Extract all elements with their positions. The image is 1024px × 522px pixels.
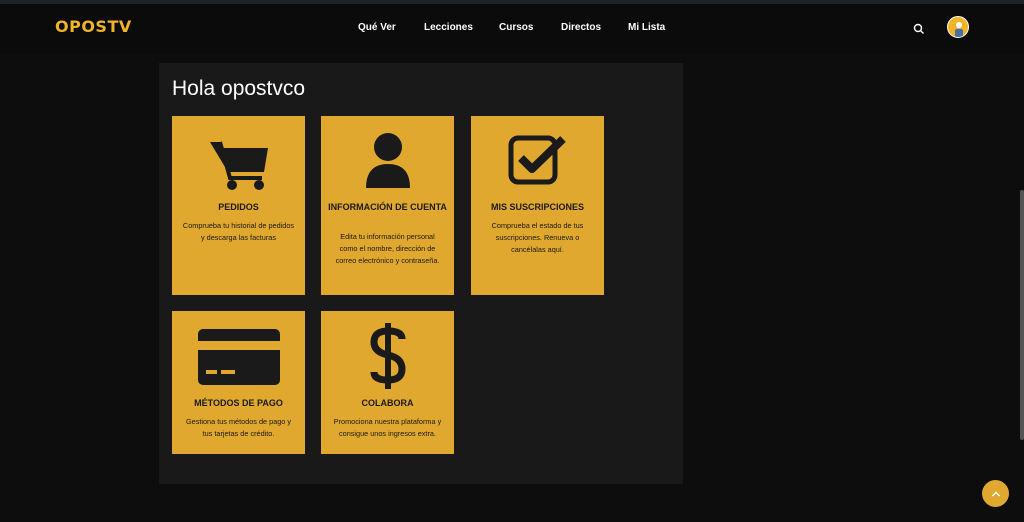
chevron-up-icon — [991, 490, 1000, 497]
site-logo[interactable]: OPOSTV — [55, 17, 132, 36]
nav-directos[interactable]: Directos — [561, 22, 601, 33]
nav-que-ver[interactable]: Qué Ver — [358, 22, 396, 33]
card-title: COLABORA — [361, 398, 414, 408]
card-informacion-cuenta[interactable]: INFORMACIÓN DE CUENTA Edita tu informaci… — [321, 116, 454, 295]
card-title: MIS SUSCRIPCIONES — [490, 202, 584, 212]
checkbox-icon — [471, 133, 604, 187]
nav-mi-lista[interactable]: Mi Lista — [628, 22, 665, 33]
account-panel: Hola opostvco PEDIDOS Comprueba tu histo… — [159, 63, 683, 484]
search-icon[interactable] — [913, 23, 925, 35]
card-description: Promociona nuestra plataforma y consigue… — [333, 417, 442, 438]
user-avatar[interactable] — [947, 16, 969, 38]
nav-lecciones[interactable]: Lecciones — [424, 22, 473, 33]
card-mis-suscripciones[interactable]: MIS SUSCRIPCIONES Comprueba el estado de… — [471, 116, 604, 295]
cart-icon — [172, 138, 305, 192]
card-pedidos[interactable]: PEDIDOS Comprueba tu historial de pedido… — [172, 116, 305, 295]
card-description: Gestiona tus métodos de pago y tus tarje… — [185, 417, 292, 438]
dollar-icon — [321, 321, 454, 391]
page-title: Hola opostvco — [172, 77, 306, 100]
nav-cursos[interactable]: Cursos — [499, 22, 533, 33]
card-description: Comprueba tu historial de pedidos y desc… — [182, 221, 295, 242]
card-title: MÉTODOS DE PAGO — [194, 398, 283, 408]
card-title: INFORMACIÓN DE CUENTA — [328, 202, 447, 212]
top-navigation: OPOSTV Qué Ver Lecciones Cursos Directos… — [0, 4, 1024, 54]
scroll-to-top-button[interactable] — [982, 480, 1009, 507]
card-colabora[interactable]: COLABORA Promociona nuestra plataforma y… — [321, 311, 454, 454]
card-metodos-de-pago[interactable]: MÉTODOS DE PAGO Gestiona tus métodos de … — [172, 311, 305, 454]
user-icon — [321, 132, 454, 190]
card-description: Edita tu información personal como el no… — [335, 232, 440, 265]
credit-card-icon — [172, 328, 305, 386]
page-scrollbar[interactable] — [1020, 190, 1024, 440]
card-description: Comprueba el estado de tus suscripciones… — [491, 221, 584, 254]
card-title: PEDIDOS — [218, 202, 259, 212]
